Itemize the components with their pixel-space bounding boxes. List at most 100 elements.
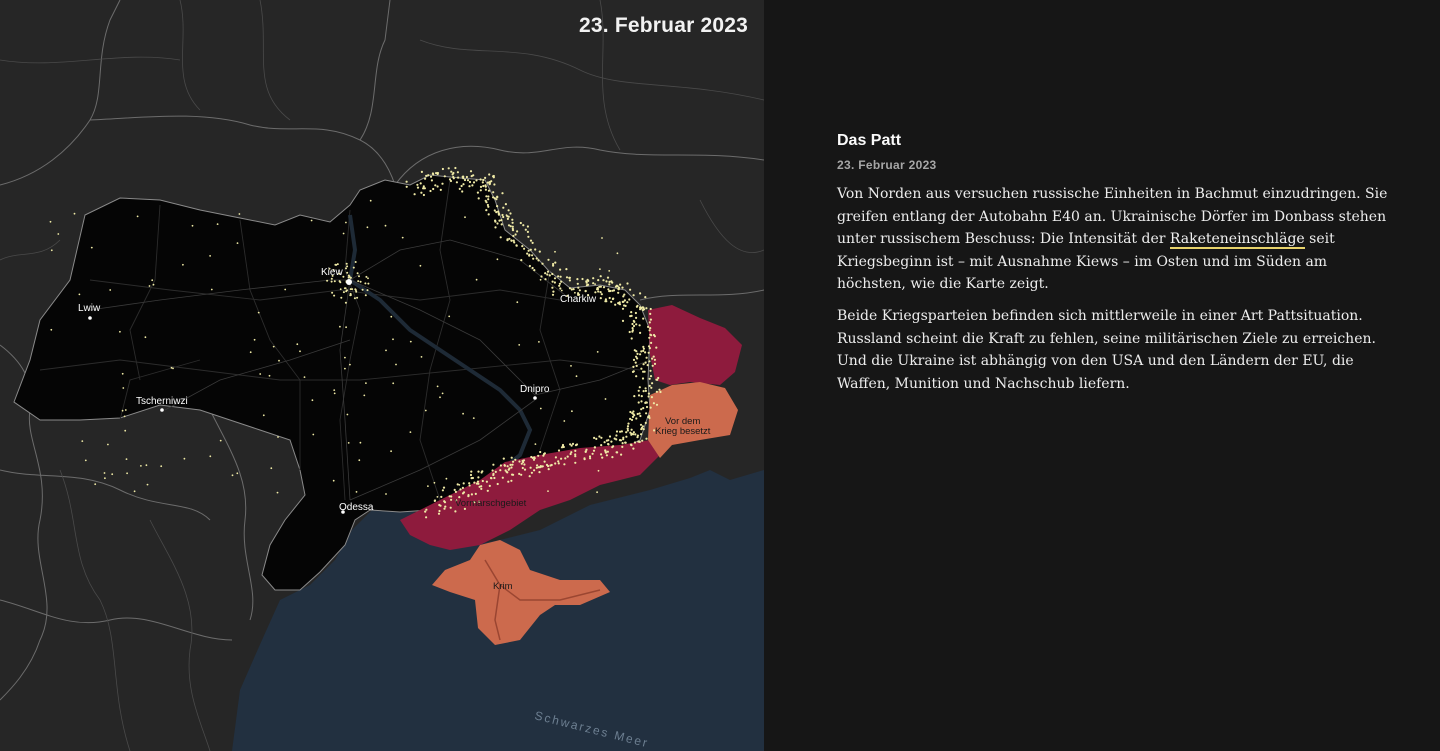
impact-dot [436, 185, 439, 188]
impact-dot [623, 293, 626, 296]
impact-dot [584, 289, 587, 293]
impact-dot [595, 437, 598, 440]
impact-dot [640, 395, 643, 398]
link-raketeneinschlaege[interactable]: Raketeneinschläge [1169, 231, 1305, 250]
impact-dot [436, 171, 439, 175]
impact-dot [521, 459, 524, 462]
impact-dot [577, 286, 580, 289]
impact-dot [539, 450, 542, 454]
impact-dot [326, 279, 329, 282]
impact-dot [597, 469, 600, 472]
impact-dot [548, 274, 551, 277]
impact-dot [554, 261, 557, 264]
impact-dot [583, 458, 586, 461]
impact-dot [430, 179, 433, 182]
impact-dot [629, 410, 632, 414]
impact-dot [600, 293, 603, 296]
impact-dot [424, 510, 427, 513]
impact-dot [439, 188, 442, 191]
impact-dot [649, 327, 652, 330]
impact-dot [560, 289, 563, 292]
impact-dot [277, 436, 279, 438]
impact-dot [576, 282, 579, 285]
impact-dot [510, 479, 513, 482]
impact-dot [405, 185, 408, 188]
impact-dot [523, 463, 526, 466]
impact-dot [499, 236, 502, 239]
impact-dot [647, 325, 650, 328]
impact-dot [644, 387, 647, 390]
tscherniwzi-marker [160, 408, 164, 412]
impact-dot [488, 173, 491, 176]
impact-dot [632, 294, 635, 297]
impact-dot [635, 316, 638, 319]
impact-dot [627, 422, 630, 425]
impact-dot [644, 351, 647, 354]
impact-dot [574, 453, 577, 456]
impact-dot [345, 267, 347, 270]
article-panel: Das Patt 23. Februar 2023 Von Norden aus… [764, 0, 1440, 751]
impact-dot [422, 193, 425, 197]
impact-dot [183, 457, 186, 460]
impact-dot [552, 264, 555, 267]
impact-dot [272, 345, 275, 348]
impact-dot [468, 482, 471, 485]
impact-dot [121, 409, 124, 412]
impact-dot [589, 457, 592, 460]
impact-dot [443, 507, 446, 510]
impact-dot [364, 294, 367, 297]
impact-dot [523, 468, 527, 471]
impact-dot [641, 377, 645, 380]
impact-dot [284, 288, 287, 291]
impact-dot [514, 233, 517, 236]
impact-dot [597, 279, 600, 282]
impact-dot [613, 437, 616, 440]
impact-dot [599, 275, 602, 278]
impact-dot [531, 254, 534, 257]
impact-dot [578, 289, 581, 292]
impact-dot [615, 284, 619, 287]
impact-dot [390, 315, 393, 318]
map-view[interactable]: Kiew Lwiw Charkiw Dnipro Tscherniwzi Ode… [0, 0, 764, 751]
impact-dot [635, 375, 638, 378]
impact-dot [472, 174, 475, 177]
impact-dot [436, 385, 439, 388]
impact-dot [631, 327, 634, 330]
impact-dot [636, 352, 639, 355]
impact-dot [57, 233, 60, 235]
impact-dot [352, 266, 355, 269]
impact-dot [539, 278, 542, 281]
impact-dot [619, 439, 623, 442]
impact-dot [565, 276, 569, 279]
article-title: Das Patt [837, 132, 902, 149]
impact-dot [645, 307, 648, 310]
impact-dot [90, 246, 93, 249]
impact-dot [440, 495, 443, 498]
impact-dot [628, 298, 631, 301]
impact-dot [659, 390, 662, 394]
impact-dot [601, 456, 604, 459]
impact-dot [610, 300, 613, 303]
impact-dot [481, 181, 484, 184]
impact-dot [644, 389, 648, 392]
impact-dot [366, 226, 369, 229]
impact-dot [639, 423, 643, 426]
impact-dot [103, 472, 106, 474]
impact-dot [581, 277, 584, 281]
impact-dot [640, 367, 643, 370]
impact-dot [610, 440, 613, 443]
impact-dot [427, 485, 429, 487]
impact-dot [508, 237, 511, 240]
impact-dot [594, 283, 596, 285]
map-canvas: Kiew Lwiw Charkiw Dnipro Tscherniwzi Ode… [0, 0, 764, 751]
impact-dot [537, 454, 540, 457]
label-charkiw: Charkiw [560, 294, 597, 305]
impact-dot [494, 226, 497, 229]
impact-dot [119, 330, 121, 333]
impact-dot [641, 308, 645, 312]
impact-dot [363, 394, 366, 397]
impact-dot [473, 481, 476, 484]
impact-dot [559, 275, 562, 278]
impact-dot [631, 412, 634, 415]
impact-dot [458, 187, 461, 190]
